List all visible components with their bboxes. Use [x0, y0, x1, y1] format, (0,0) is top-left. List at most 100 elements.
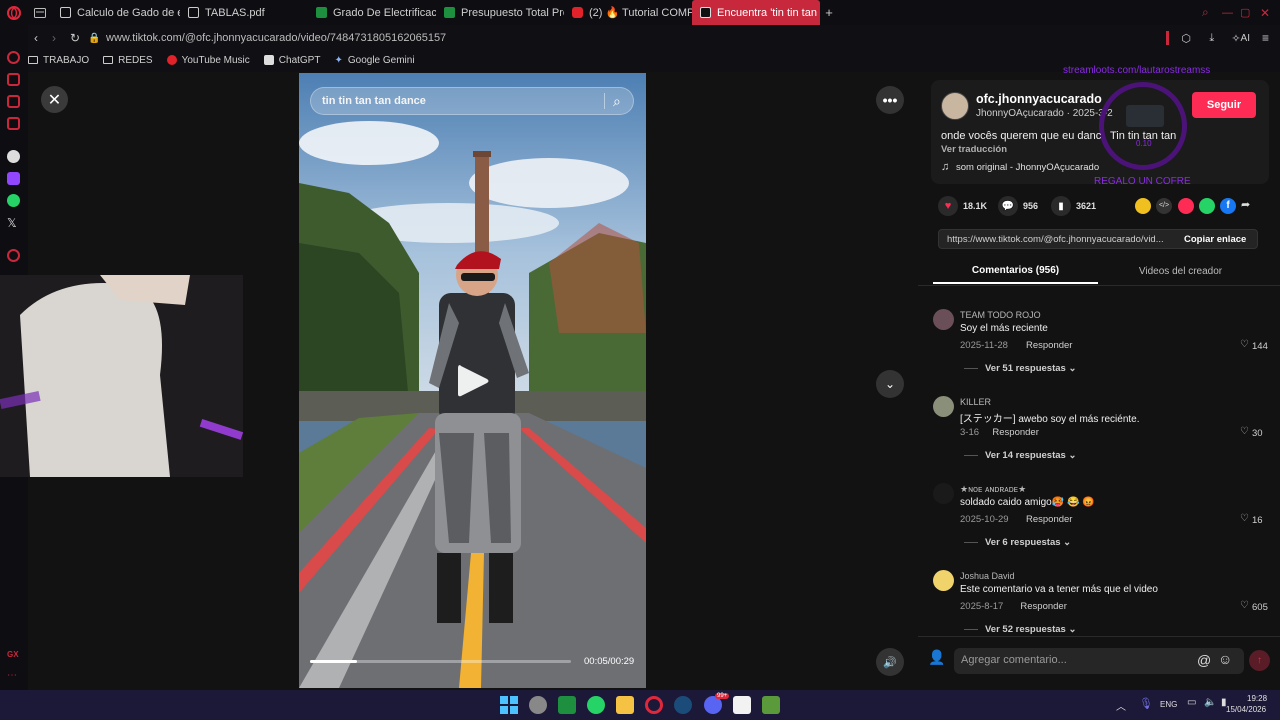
ai-label[interactable]: AI: [1241, 33, 1250, 44]
view-replies-link[interactable]: Ver 6 respuestas ⌄: [985, 537, 1071, 548]
view-replies-link[interactable]: Ver 14 respuestas ⌄: [985, 450, 1076, 461]
chrome-taskbar-icon[interactable]: [529, 696, 547, 714]
more-options-button[interactable]: •••: [876, 86, 904, 114]
next-video-button[interactable]: ⌄: [876, 370, 904, 398]
comment-author[interactable]: KILLER: [960, 397, 991, 407]
comment-avatar[interactable]: [933, 570, 954, 591]
facebook-share-icon[interactable]: f: [1220, 198, 1236, 214]
workspaces-icon[interactable]: [28, 0, 52, 25]
mention-icon[interactable]: @: [1197, 652, 1211, 668]
new-tab-button[interactable]: +: [820, 0, 838, 25]
comment-avatar[interactable]: [933, 309, 954, 330]
sound-name[interactable]: som original - JhonnyOAçucarado: [956, 162, 1099, 173]
minecraft-taskbar-icon[interactable]: [762, 696, 780, 714]
back-icon[interactable]: ‹: [34, 31, 52, 45]
explorer-taskbar-icon[interactable]: [616, 696, 634, 714]
tab-comments[interactable]: Comentarios (956): [933, 258, 1098, 284]
network-icon[interactable]: ▭: [1187, 697, 1196, 708]
emoji-icon[interactable]: ☺: [1218, 651, 1232, 667]
download-icon[interactable]: ⤓: [1209, 32, 1231, 45]
reply-link[interactable]: Responder: [1026, 514, 1072, 525]
sidebar-toggle[interactable]: [1166, 31, 1170, 45]
send-icon[interactable]: [1178, 198, 1194, 214]
share-link-text[interactable]: https://www.tiktok.com/@ofc.jhonnyacucar…: [947, 234, 1164, 245]
clock-time[interactable]: 19:28: [1247, 694, 1267, 703]
tray-chevron-icon[interactable]: ︿: [1116, 698, 1126, 713]
gx-sidebar-icon[interactable]: GX: [7, 650, 20, 663]
bookmark-trabajo[interactable]: TRABAJO: [28, 55, 89, 66]
view-replies-link[interactable]: Ver 51 respuestas ⌄: [985, 363, 1076, 374]
translate-link[interactable]: Ver traducción: [941, 144, 1007, 155]
whatsapp-sidebar-icon[interactable]: [7, 194, 20, 207]
bookmark-gemini[interactable]: ✦ Google Gemini: [334, 55, 414, 66]
mic-icon[interactable]: 🎙: [1139, 697, 1153, 710]
excel-taskbar-icon[interactable]: [558, 696, 576, 714]
messenger-sidebar-icon[interactable]: [7, 95, 20, 108]
comment-button[interactable]: 💬: [998, 196, 1018, 216]
whatsapp-share-icon[interactable]: [1199, 198, 1215, 214]
opera-gx-taskbar-icon[interactable]: [645, 696, 663, 714]
tab-tablas[interactable]: TABLAS.pdf: [180, 0, 308, 25]
chrome-sidebar-icon[interactable]: [7, 150, 20, 163]
comment-author[interactable]: Joshua David: [960, 571, 1015, 581]
opera-logo-icon[interactable]: [0, 0, 28, 25]
clock-date[interactable]: 15/04/2026: [1226, 705, 1266, 714]
video-search-bar[interactable]: tin tin tan tan dance ⌕: [310, 87, 634, 115]
comment-author[interactable]: ★ɴᴏᴇ ᴀɴᴅʀᴀᴅᴇ★: [960, 484, 1026, 495]
comment-like-icon[interactable]: ♡: [1240, 600, 1249, 611]
like-button[interactable]: ♥: [938, 196, 958, 216]
copy-link-button[interactable]: Copiar enlace: [1184, 234, 1246, 245]
reload-icon[interactable]: ↻: [70, 31, 88, 45]
url-text[interactable]: www.tiktok.com/@ofc.jhonnyacucarado/vide…: [106, 32, 446, 44]
comment-avatar[interactable]: [933, 396, 954, 417]
twitch-sidebar-icon[interactable]: [7, 172, 20, 185]
search-icon[interactable]: ⌕: [613, 93, 633, 110]
post-comment-button[interactable]: ↑: [1249, 650, 1270, 671]
capcut-taskbar-icon[interactable]: [733, 696, 751, 714]
reply-link[interactable]: Responder: [1026, 340, 1072, 351]
save-button[interactable]: ▮: [1051, 196, 1071, 216]
user-avatar[interactable]: 👤: [928, 649, 948, 671]
play-button[interactable]: [452, 361, 492, 401]
bookmark-youtube-music[interactable]: YouTube Music: [166, 55, 250, 66]
follow-button[interactable]: Seguir: [1192, 92, 1256, 118]
comment-composer[interactable]: Agregar comentario... @ ☺: [954, 648, 1244, 674]
more-sidebar-icon[interactable]: ⋯: [7, 670, 20, 683]
tab-calculo[interactable]: Calculo de Gado de electr: [52, 0, 180, 25]
history-sidebar-icon[interactable]: [7, 249, 20, 262]
menu-icon[interactable]: ≡: [1262, 31, 1280, 45]
video-player[interactable]: tin tin tan tan dance ⌕ 00:05/00:29: [299, 73, 646, 688]
bookmark-redes[interactable]: REDES: [103, 55, 153, 66]
aria-icon[interactable]: ✧: [1231, 32, 1240, 45]
language-indicator[interactable]: ENG: [1160, 700, 1177, 709]
close-video-button[interactable]: ✕: [41, 86, 68, 113]
tab-tiktok[interactable]: Encuentra 'tin tin tan tan d: [692, 0, 820, 25]
search-tabs-icon[interactable]: ⌕: [1202, 5, 1222, 20]
embed-icon[interactable]: </>: [1156, 198, 1172, 214]
extensions-icon[interactable]: ⬡: [1181, 32, 1209, 45]
steam-taskbar-icon[interactable]: [674, 696, 692, 714]
coin-icon[interactable]: [1135, 198, 1151, 214]
close-window-button[interactable]: ✕: [1260, 6, 1280, 20]
creator-avatar[interactable]: [941, 92, 969, 120]
reply-link[interactable]: Responder: [1020, 601, 1066, 612]
volume-button[interactable]: 🔊: [876, 648, 904, 676]
aria-sidebar-icon[interactable]: [7, 51, 20, 64]
maximize-button[interactable]: ▢: [1240, 6, 1260, 19]
tab-youtube[interactable]: (2) 🔥 Tutorial COMPLETO: [564, 0, 692, 25]
x-sidebar-icon[interactable]: 𝕏: [7, 216, 20, 230]
view-replies-link[interactable]: Ver 52 respuestas ⌄: [985, 624, 1076, 635]
tab-presupuesto[interactable]: Presupuesto Total Proyect: [436, 0, 564, 25]
comment-avatar[interactable]: [933, 483, 954, 504]
video-progress-bar[interactable]: [310, 660, 571, 663]
mail-sidebar-icon[interactable]: [7, 117, 20, 130]
bookmark-chatgpt[interactable]: ChatGPT: [263, 55, 320, 66]
reply-link[interactable]: Responder: [992, 427, 1038, 438]
music-sidebar-icon[interactable]: [7, 73, 20, 86]
minimize-button[interactable]: —: [1222, 7, 1240, 19]
comment-like-icon[interactable]: ♡: [1240, 513, 1249, 524]
comment-like-icon[interactable]: ♡: [1240, 426, 1249, 437]
share-arrow-icon[interactable]: ➦: [1241, 198, 1257, 214]
start-icon[interactable]: [500, 696, 518, 714]
comment-author[interactable]: TEAM TODO ROJO: [960, 310, 1041, 320]
